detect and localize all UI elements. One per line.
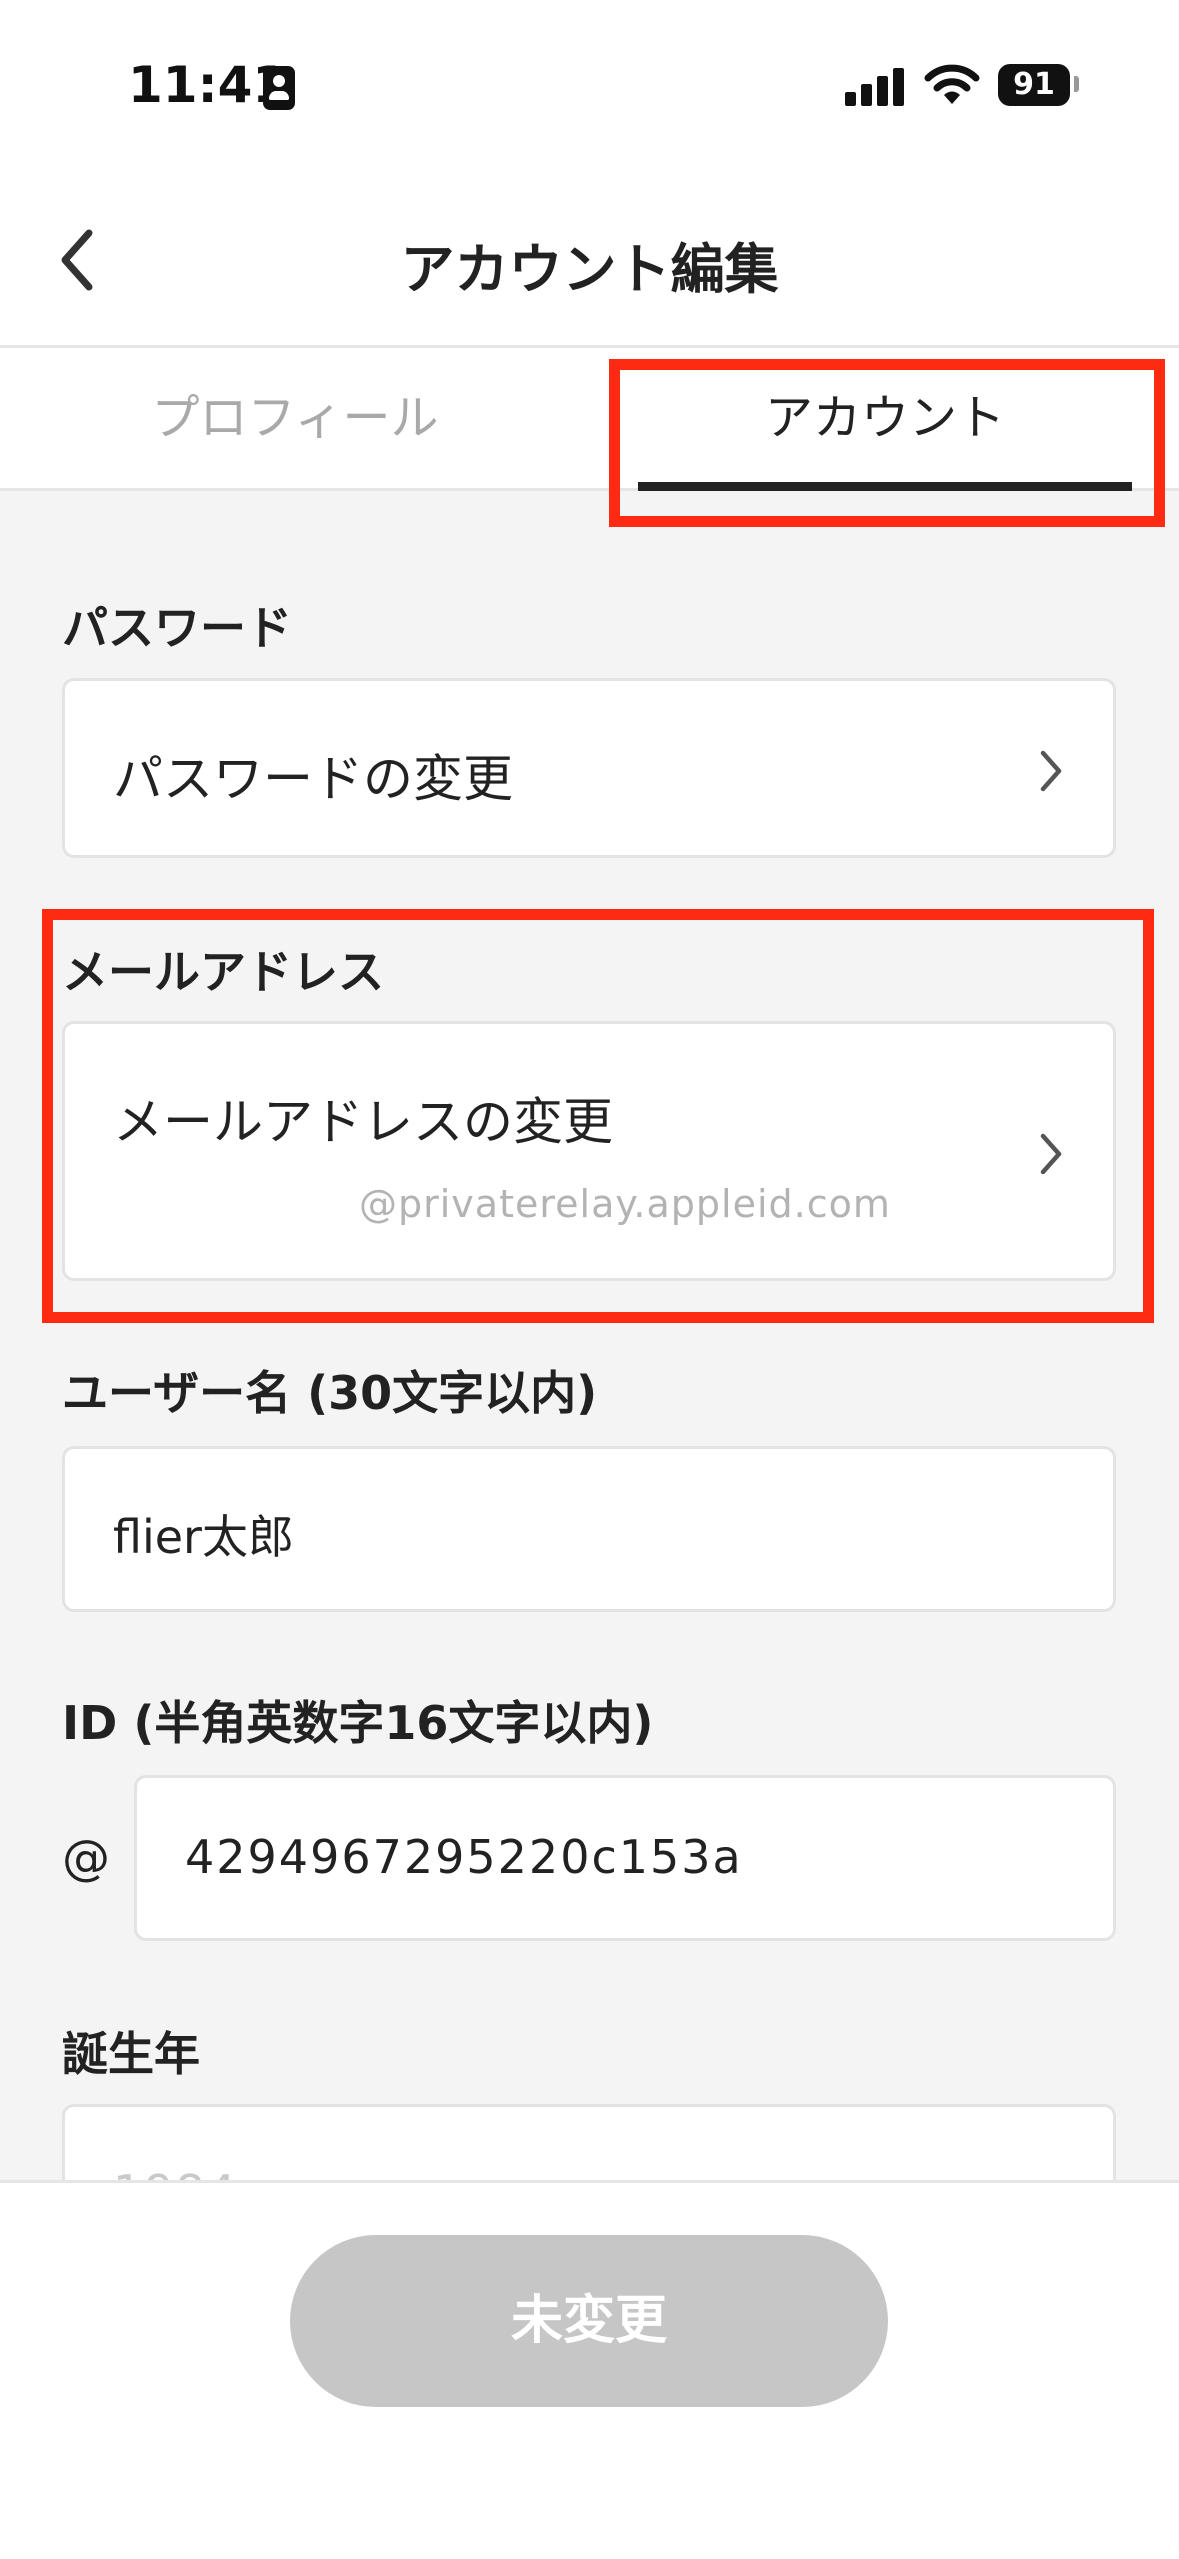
chevron-right-icon: [1040, 750, 1062, 792]
id-section-label: ID (半角英数字16文字以内): [62, 1696, 654, 1750]
id-prefix: @: [62, 1830, 110, 1886]
cellular-signal-icon: [845, 66, 905, 106]
birth-year-section-label: 誕生年: [62, 2027, 200, 2081]
battery-tip-icon: [1074, 76, 1079, 92]
status-bar: 11:41 91: [0, 0, 1179, 175]
highlight-box-email: [42, 909, 1154, 1323]
navigation-bar: アカウント編集: [0, 175, 1179, 348]
username-input[interactable]: flier太郎: [62, 1446, 1116, 1612]
page-title: アカウント編集: [400, 238, 779, 301]
username-value: flier太郎: [113, 1510, 294, 1564]
battery-icon: 91: [998, 64, 1070, 106]
id-value: 4294967295220c153a: [185, 1830, 743, 1884]
bottom-action-bar: 未変更: [0, 2180, 1179, 2559]
tab-profile[interactable]: プロフィール: [0, 348, 590, 488]
username-section-label: ユーザー名 (30文字以内): [62, 1366, 598, 1420]
change-password-row[interactable]: パスワードの変更: [62, 678, 1116, 858]
wifi-icon: [924, 64, 980, 104]
id-input[interactable]: 4294967295220c153a: [134, 1775, 1116, 1941]
highlight-box-account-tab: [609, 359, 1165, 527]
password-section-label: パスワード: [62, 601, 292, 655]
contact-card-icon: [263, 66, 295, 110]
save-button[interactable]: 未変更: [290, 2235, 888, 2407]
change-password-label: パスワードの変更: [113, 750, 513, 808]
